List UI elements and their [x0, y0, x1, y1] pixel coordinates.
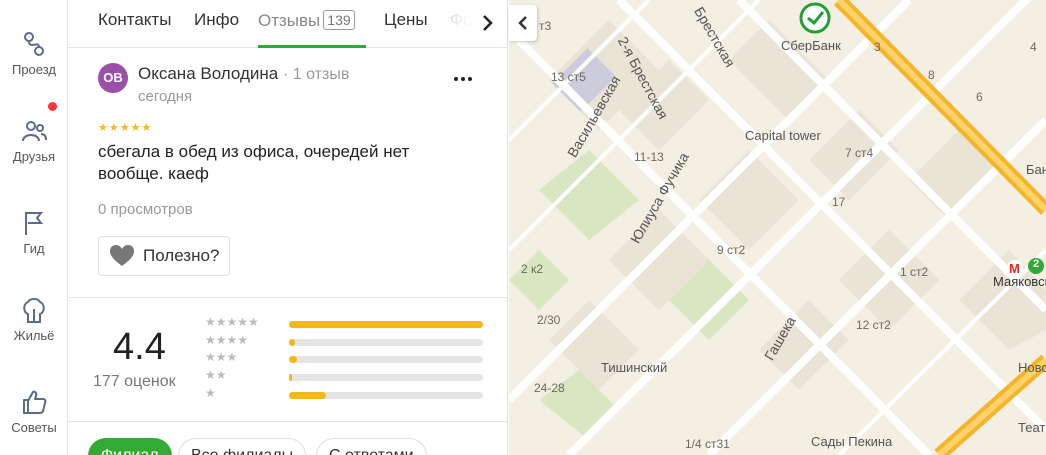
rating-row-bar	[289, 339, 483, 346]
route-icon	[24, 32, 44, 56]
rating-row: ★★★★★	[205, 315, 485, 330]
avatar[interactable]: OB	[98, 63, 128, 93]
collapse-panel-button[interactable]	[509, 5, 537, 41]
rail-item-housing[interactable]: Жильё	[0, 296, 68, 343]
rating-row-stars: ★★	[205, 368, 227, 382]
org-panel: Контакты Инфо Отзывы139 Цены Фо OB Оксан…	[68, 0, 508, 455]
rail-label-tips: Советы	[11, 420, 57, 435]
metro-line-number: 2	[1033, 258, 1040, 270]
house-number: 12 ст2	[856, 318, 891, 332]
useful-button[interactable]: Полезно?	[98, 236, 231, 276]
filter-chip-with-replies[interactable]: С ответами	[316, 438, 427, 455]
active-tab-indicator	[258, 45, 366, 48]
rating-row: ★★★	[205, 350, 485, 365]
left-rail: Проезд Друзья Гид Жильё Советы	[0, 0, 68, 455]
rail-item-route[interactable]: Проезд	[0, 30, 68, 77]
rating-row-bar	[289, 356, 483, 363]
rating-row-fill	[289, 339, 295, 346]
rating-row-bar	[289, 374, 483, 381]
house-number: 7 ст4	[845, 146, 874, 160]
rail-item-tips[interactable]: Советы	[0, 388, 68, 435]
review-views: 0 просмотров	[98, 201, 193, 218]
notification-dot	[48, 102, 57, 111]
house-number: т3	[539, 19, 552, 33]
tabs-bar: Контакты Инфо Отзывы139 Цены Фо	[68, 0, 507, 48]
more-options-icon[interactable]	[448, 66, 478, 92]
housing-icon	[23, 298, 45, 323]
house-number: 2/30	[537, 313, 561, 327]
useful-label: Полезно?	[143, 246, 220, 265]
rail-label-housing: Жильё	[13, 328, 55, 343]
divider	[68, 297, 507, 298]
rating-row-bar	[289, 392, 483, 399]
poi-novo[interactable]: Ново	[1018, 360, 1046, 375]
chevron-left-icon	[518, 16, 527, 30]
rating-row-bar	[289, 321, 483, 328]
divider	[68, 421, 507, 422]
tab-contacts[interactable]: Контакты	[98, 10, 171, 30]
rating-count: 177 оценок	[93, 373, 176, 390]
rail-label-friends: Друзья	[12, 149, 56, 164]
poi-capital-tower[interactable]: Capital tower	[745, 128, 821, 143]
house-number: 1/4 ст31	[685, 437, 730, 451]
house-number: 2 к2	[521, 262, 543, 276]
friends-icon	[22, 121, 47, 142]
tabs-fade	[438, 0, 474, 47]
map-canvas: M	[509, 0, 1046, 455]
tab-reviews[interactable]: Отзывы 139	[258, 10, 355, 31]
poi-sberbank[interactable]: СберБанк	[781, 38, 841, 53]
review-stars: ★★★★★	[98, 122, 153, 134]
poi-tishinsky[interactable]: Тишинский	[601, 360, 667, 375]
house-number: 1 ст2	[900, 265, 929, 279]
poi-teatr[interactable]: Театр	[1018, 420, 1046, 435]
house-number: 4	[1030, 40, 1037, 54]
thumbs-up-icon	[23, 390, 47, 414]
heart-icon	[110, 245, 134, 266]
rating-row-stars: ★★★★	[205, 333, 249, 347]
house-number: 24-28	[534, 381, 565, 395]
rail-item-guide[interactable]: Гид	[0, 209, 68, 256]
house-number: 8	[928, 68, 935, 82]
rating-row-fill	[289, 321, 483, 328]
rail-item-friends[interactable]: Друзья	[0, 117, 68, 164]
filter-chip-branch[interactable]: Филиал	[88, 438, 172, 455]
reviews-count-badge: 139	[323, 10, 355, 30]
rail-label-guide: Гид	[23, 241, 45, 256]
rating-row: ★	[205, 386, 485, 401]
rating-row-stars: ★	[205, 386, 216, 400]
rating-row-fill	[289, 392, 326, 399]
rating-row: ★★	[205, 368, 485, 383]
rail-label-route: Проезд	[11, 62, 56, 77]
house-number: 17	[832, 195, 846, 209]
rating-row-fill	[289, 356, 297, 363]
rating-row-stars: ★★★	[205, 350, 238, 364]
rating-row-stars: ★★★★★	[205, 315, 259, 329]
poi-bank-2[interactable]: Бан	[1026, 162, 1046, 177]
rating-value: 4.4	[113, 326, 166, 368]
review-text: сбегала в обед из офиса, очередей нет во…	[98, 142, 410, 183]
rating-row: ★★★★	[205, 333, 485, 348]
author-review-count: · 1 отзыв	[282, 66, 350, 83]
house-number: 13 ст5	[551, 70, 586, 84]
author-name[interactable]: Оксана Володина	[138, 64, 278, 83]
poi-metro-mayakovskaya[interactable]: Маяковская	[993, 274, 1046, 289]
house-number: 6	[976, 90, 983, 104]
chevron-right-icon[interactable]	[472, 8, 502, 38]
house-number: 11-13	[634, 150, 664, 164]
tab-info[interactable]: Инфо	[194, 10, 239, 30]
tab-reviews-label: Отзывы	[258, 11, 321, 30]
review-date: сегодня	[138, 88, 193, 105]
filter-chip-all-branches[interactable]: Все филиалы	[178, 438, 307, 455]
flag-icon	[25, 212, 44, 235]
house-number: 9 ст2	[717, 243, 746, 257]
poi-sady-pekina[interactable]: Сады Пекина	[811, 434, 892, 449]
tab-prices[interactable]: Цены	[384, 10, 428, 30]
map-view[interactable]: M СберБанк Capital tower Тишинский Сады …	[509, 0, 1046, 455]
rating-row-fill	[289, 374, 292, 381]
house-number: 3	[874, 40, 881, 54]
review-author[interactable]: Оксана Володина · 1 отзыв	[138, 64, 349, 84]
